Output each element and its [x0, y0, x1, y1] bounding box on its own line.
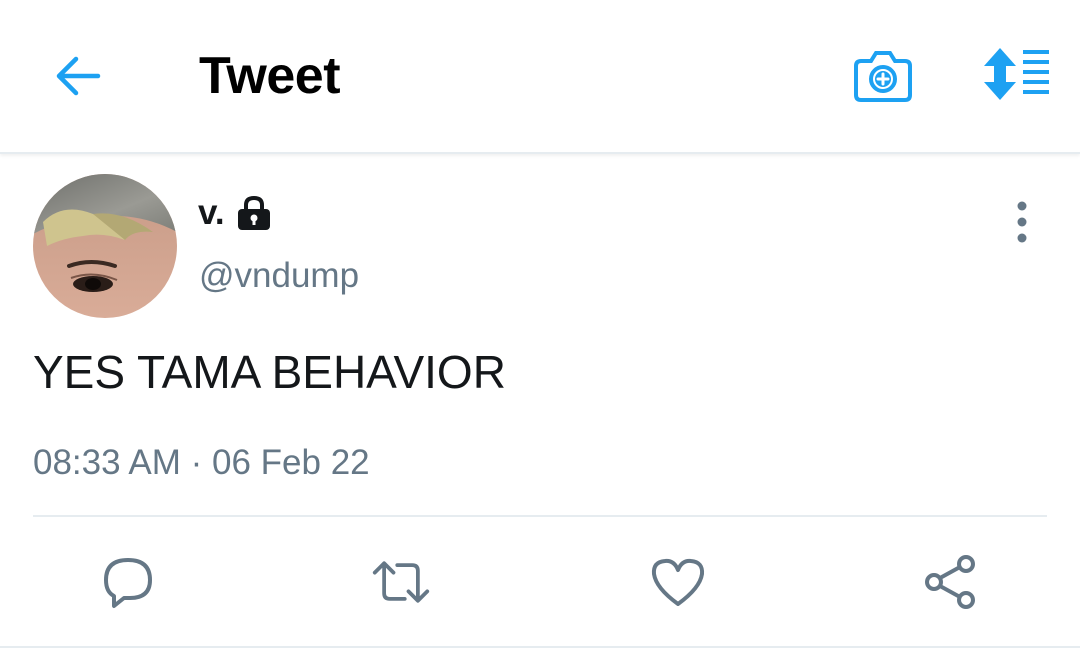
- author-name-row[interactable]: v.: [198, 190, 273, 236]
- tweet-time: 08:33 AM: [33, 443, 181, 482]
- more-vertical-icon: [1017, 201, 1027, 243]
- sort-timeline-button[interactable]: [975, 44, 1053, 104]
- reply-button[interactable]: [98, 552, 158, 612]
- top-app-bar: Tweet: [0, 0, 1080, 154]
- camera-button[interactable]: [850, 44, 916, 106]
- share-button[interactable]: [920, 552, 980, 612]
- reply-icon: [104, 558, 152, 608]
- avatar[interactable]: [33, 174, 177, 318]
- arrow-left-icon: [56, 56, 101, 96]
- more-options-button[interactable]: [1000, 196, 1044, 248]
- tweet-date: 06 Feb 22: [212, 443, 370, 482]
- tweet-text: YES TAMA BEHAVIOR: [33, 346, 506, 398]
- page-title: Tweet: [199, 47, 341, 105]
- avatar-image: [33, 174, 177, 318]
- timestamp-separator: ·: [190, 443, 203, 482]
- lock-icon: [237, 195, 270, 230]
- camera-plus-icon: [854, 51, 912, 102]
- tweet-timestamp: 08:33 AM · 06 Feb 22: [33, 440, 370, 486]
- author-display-name: v.: [198, 193, 225, 232]
- heart-icon: [651, 558, 705, 606]
- share-icon: [925, 555, 975, 609]
- back-button[interactable]: [48, 48, 108, 104]
- author-handle[interactable]: @vndump: [199, 254, 359, 298]
- retweet-button[interactable]: [371, 552, 431, 612]
- divider: [33, 515, 1047, 517]
- like-button[interactable]: [648, 552, 708, 612]
- bottom-divider: [0, 646, 1080, 648]
- sort-order-icon: [984, 48, 1049, 100]
- retweet-icon: [372, 561, 430, 603]
